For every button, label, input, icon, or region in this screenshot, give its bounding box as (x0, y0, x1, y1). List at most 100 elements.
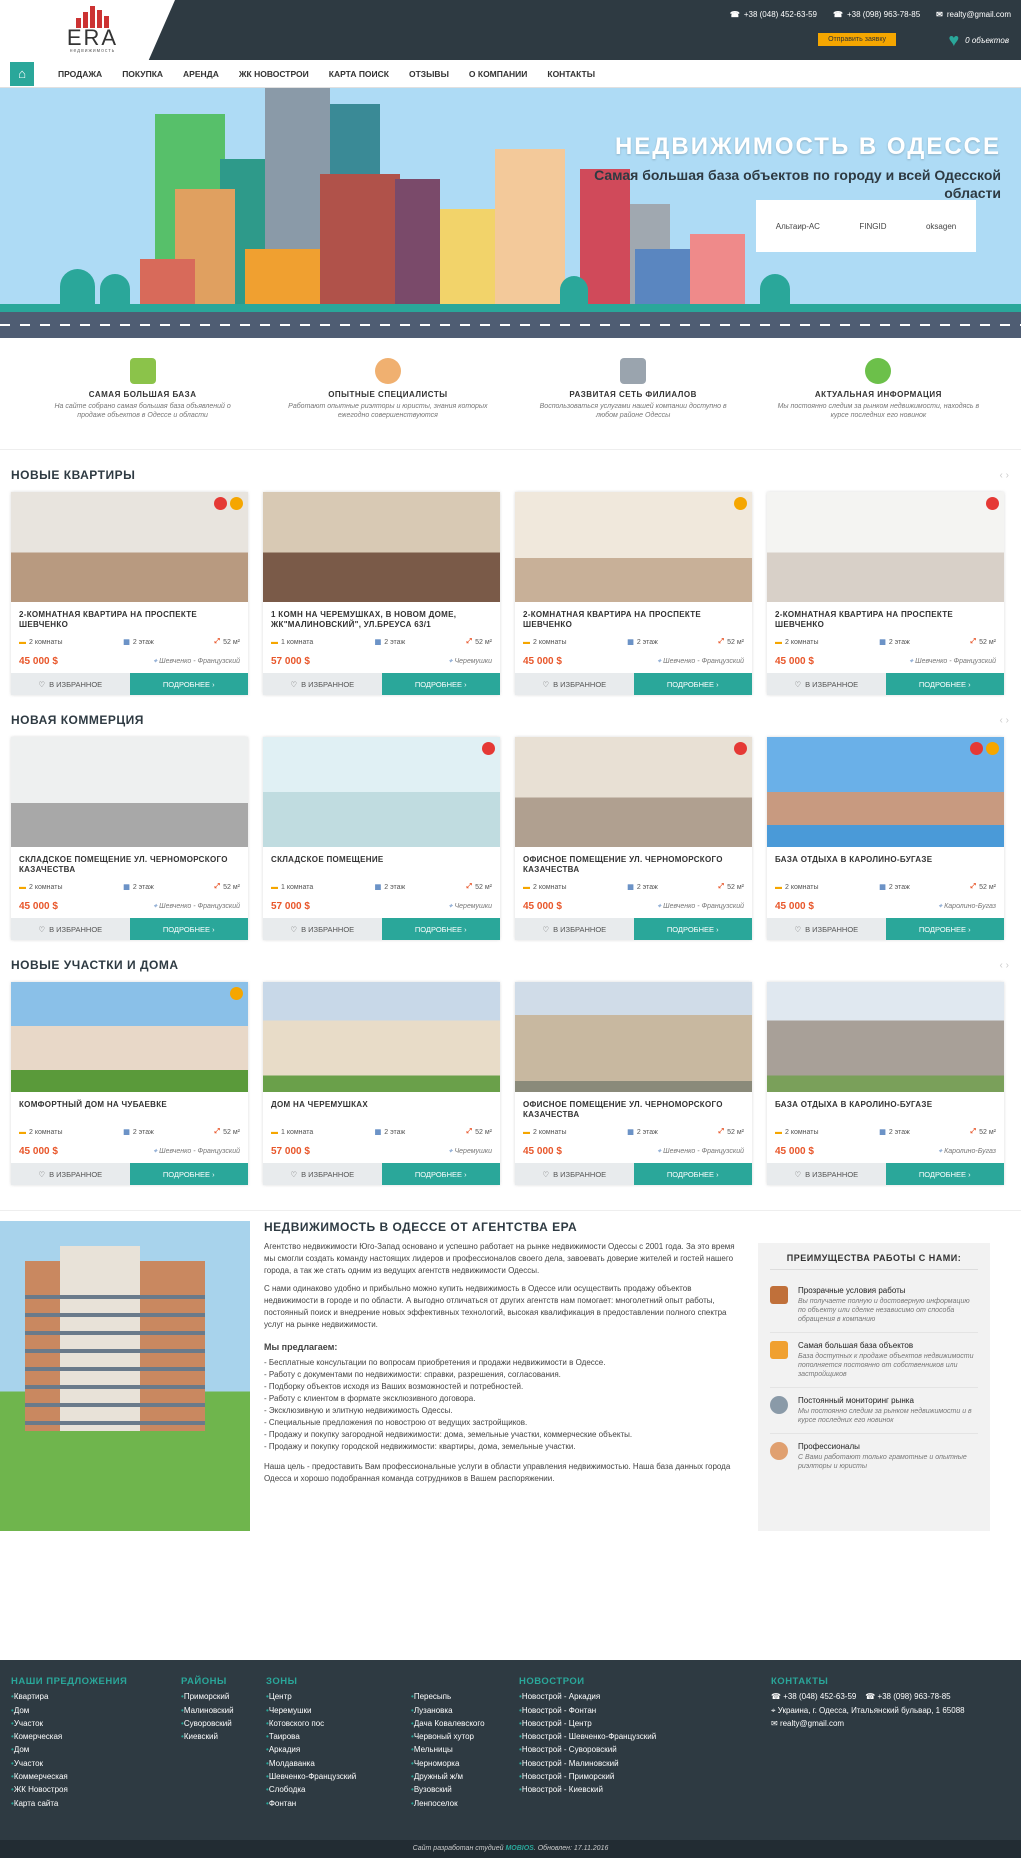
footer-link[interactable]: Коммерческая (11, 1770, 181, 1783)
details-button[interactable]: ПОДРОБНЕЕ › (381, 673, 500, 695)
details-button[interactable]: ПОДРОБНЕЕ › (129, 1163, 248, 1185)
property-photo[interactable] (11, 492, 248, 602)
details-button[interactable]: ПОДРОБНЕЕ › (129, 918, 248, 940)
footer-link[interactable]: Новострой - Киевский (519, 1783, 771, 1796)
footer-link[interactable]: Новострой - Центр (519, 1717, 771, 1730)
favorites-link[interactable]: ♥ 0 объектов (948, 30, 1009, 51)
send-request-button[interactable]: Отправить заявку (818, 33, 896, 46)
footer-link[interactable]: Черемушки (266, 1704, 411, 1717)
carousel-arrows[interactable]: ‹ › (1000, 470, 1009, 481)
add-to-favorites-button[interactable]: ♡ В ИЗБРАННОЕ (767, 918, 886, 940)
property-card[interactable]: КОМФОРТНЫЙ ДОМ НА ЧУБАЕВКЕ ▬ 2 комнаты ▦ 2 э… (11, 982, 248, 1185)
property-title[interactable]: СКЛАДСКОЕ ПОМЕЩЕНИЕ (263, 847, 500, 877)
property-title[interactable]: ОФИСНОЕ ПОМЕЩЕНИЕ УЛ. ЧЕРНОМОРСКОГО КАЗА… (515, 1092, 752, 1122)
details-button[interactable]: ПОДРОБНЕЕ › (129, 673, 248, 695)
details-button[interactable]: ПОДРОБНЕЕ › (381, 1163, 500, 1185)
property-card[interactable]: 2-КОМНАТНАЯ КВАРТИРА НА ПРОСПЕКТЕ ШЕВЧЕН… (515, 492, 752, 695)
property-card[interactable]: СКЛАДСКОЕ ПОМЕЩЕНИЕ УЛ. ЧЕРНОМОРСКОГО КА… (11, 737, 248, 940)
studio-link[interactable]: MOBIOS (505, 1845, 533, 1852)
footer-link[interactable]: Новострой - Фонтан (519, 1704, 771, 1717)
details-button[interactable]: ПОДРОБНЕЕ › (885, 1163, 1004, 1185)
add-to-favorites-button[interactable]: ♡ В ИЗБРАННОЕ (515, 673, 634, 695)
footer-link[interactable]: Червоный хутор (411, 1730, 519, 1743)
property-card[interactable]: 1 КОМН НА ЧЕРЕМУШКАХ, В НОВОМ ДОМЕ, ЖК"М… (263, 492, 500, 695)
add-to-favorites-button[interactable]: ♡ В ИЗБРАННОЕ (11, 1163, 130, 1185)
property-card[interactable]: СКЛАДСКОЕ ПОМЕЩЕНИЕ ▬ 1 комната ▦ 2 этаж ⤢ 52 … (263, 737, 500, 940)
footer-link[interactable]: Дом (11, 1743, 181, 1756)
details-button[interactable]: ПОДРОБНЕЕ › (633, 673, 752, 695)
footer-link[interactable]: Малиновский (181, 1704, 266, 1717)
footer-link[interactable]: Комерческая (11, 1730, 181, 1743)
property-title[interactable]: 2-КОМНАТНАЯ КВАРТИРА НА ПРОСПЕКТЕ ШЕВЧЕН… (11, 602, 248, 632)
property-photo[interactable] (263, 982, 500, 1092)
footer-link[interactable]: Карта сайта (11, 1797, 181, 1810)
footer-link[interactable]: Дом (11, 1704, 181, 1717)
add-to-favorites-button[interactable]: ♡ В ИЗБРАННОЕ (11, 918, 130, 940)
footer-link[interactable]: ЖК Новостроя (11, 1783, 181, 1796)
property-title[interactable]: КОМФОРТНЫЙ ДОМ НА ЧУБАЕВКЕ (11, 1092, 248, 1122)
add-to-favorites-button[interactable]: ♡ В ИЗБРАННОЕ (263, 1163, 382, 1185)
footer-phone-1[interactable]: ☎ +38 (048) 452-63-59 (771, 1692, 856, 1701)
footer-email[interactable]: ✉ realty@gmail.com (771, 1719, 844, 1728)
property-photo[interactable] (515, 492, 752, 602)
footer-link[interactable]: Мельницы (411, 1743, 519, 1756)
add-to-favorites-button[interactable]: ♡ В ИЗБРАННОЕ (263, 918, 382, 940)
footer-link[interactable]: Новострой - Малиновский (519, 1757, 771, 1770)
property-title[interactable]: ДОМ НА ЧЕРЕМУШКАХ (263, 1092, 500, 1122)
property-title[interactable]: СКЛАДСКОЕ ПОМЕЩЕНИЕ УЛ. ЧЕРНОМОРСКОГО КА… (11, 847, 248, 877)
add-to-favorites-button[interactable]: ♡ В ИЗБРАННОЕ (263, 673, 382, 695)
footer-link[interactable]: Центр (266, 1690, 411, 1703)
footer-link[interactable]: Слободка (266, 1783, 411, 1796)
property-card[interactable]: БАЗА ОТДЫХА В КАРОЛИНО-БУГАЗЕ ▬ 2 комнаты ▦… (767, 737, 1004, 940)
property-photo[interactable] (11, 982, 248, 1092)
property-title[interactable]: БАЗА ОТДЫХА В КАРОЛИНО-БУГАЗЕ (767, 1092, 1004, 1122)
nav-reviews[interactable]: ОТЗЫВЫ (399, 69, 459, 79)
property-card[interactable]: ОФИСНОЕ ПОМЕЩЕНИЕ УЛ. ЧЕРНОМОРСКОГО КАЗА… (515, 982, 752, 1185)
partner-logo[interactable]: FINGID (859, 222, 886, 231)
header-phone-1[interactable]: ☎ +38 (048) 452-63-59 (730, 10, 817, 19)
footer-link[interactable]: Фонтан (266, 1797, 411, 1810)
footer-link[interactable]: Аркадия (266, 1743, 411, 1756)
details-button[interactable]: ПОДРОБНЕЕ › (633, 918, 752, 940)
property-title[interactable]: 2-КОМНАТНАЯ КВАРТИРА НА ПРОСПЕКТЕ ШЕВЧЕН… (515, 602, 752, 632)
footer-link[interactable]: Таирова (266, 1730, 411, 1743)
property-card[interactable]: 2-КОМНАТНАЯ КВАРТИРА НА ПРОСПЕКТЕ ШЕВЧЕН… (767, 492, 1004, 695)
property-photo[interactable] (767, 982, 1004, 1092)
footer-link[interactable]: Ленпоселок (411, 1797, 519, 1810)
home-icon[interactable]: ⌂ (10, 61, 34, 86)
header-email[interactable]: ✉ realty@gmail.com (936, 10, 1011, 19)
property-photo[interactable] (263, 737, 500, 847)
nav-new-buildings[interactable]: ЖК НОВОСТРОИ (229, 69, 319, 79)
property-title[interactable]: 2-КОМНАТНАЯ КВАРТИРА НА ПРОСПЕКТЕ ШЕВЧЕН… (767, 602, 1004, 632)
add-to-favorites-button[interactable]: ♡ В ИЗБРАННОЕ (515, 918, 634, 940)
carousel-arrows[interactable]: ‹ › (1000, 715, 1009, 726)
footer-link[interactable]: Молдаванка (266, 1757, 411, 1770)
add-to-favorites-button[interactable]: ♡ В ИЗБРАННОЕ (767, 1163, 886, 1185)
property-title[interactable]: 1 КОМН НА ЧЕРЕМУШКАХ, В НОВОМ ДОМЕ, ЖК"М… (263, 602, 500, 632)
header-phone-2[interactable]: ☎ +38 (098) 963-78-85 (833, 10, 920, 19)
footer-link[interactable]: Участок (11, 1757, 181, 1770)
partner-logo[interactable]: oksagen (926, 222, 956, 231)
footer-link[interactable]: Вузовский (411, 1783, 519, 1796)
footer-link[interactable]: Новострой - Приморский (519, 1770, 771, 1783)
footer-link[interactable]: Квартира (11, 1690, 181, 1703)
nav-purchase[interactable]: ПОКУПКА (112, 69, 173, 79)
property-card[interactable]: БАЗА ОТДЫХА В КАРОЛИНО-БУГАЗЕ ▬ 2 комнаты ▦… (767, 982, 1004, 1185)
property-photo[interactable] (767, 737, 1004, 847)
details-button[interactable]: ПОДРОБНЕЕ › (885, 918, 1004, 940)
property-card[interactable]: ДОМ НА ЧЕРЕМУШКАХ ▬ 1 комната ▦ 2 этаж ⤢ 52 м²… (263, 982, 500, 1185)
footer-link[interactable]: Черноморка (411, 1757, 519, 1770)
nav-map-search[interactable]: КАРТА ПОИСК (319, 69, 399, 79)
details-button[interactable]: ПОДРОБНЕЕ › (381, 918, 500, 940)
footer-link[interactable]: Киевский (181, 1730, 266, 1743)
property-title[interactable]: БАЗА ОТДЫХА В КАРОЛИНО-БУГАЗЕ (767, 847, 1004, 877)
property-photo[interactable] (515, 737, 752, 847)
footer-link[interactable]: Участок (11, 1717, 181, 1730)
property-title[interactable]: ОФИСНОЕ ПОМЕЩЕНИЕ УЛ. ЧЕРНОМОРСКОГО КАЗА… (515, 847, 752, 877)
footer-link[interactable]: Дача Ковалевского (411, 1717, 519, 1730)
property-card[interactable]: 2-КОМНАТНАЯ КВАРТИРА НА ПРОСПЕКТЕ ШЕВЧЕН… (11, 492, 248, 695)
nav-rent[interactable]: АРЕНДА (173, 69, 229, 79)
property-photo[interactable] (11, 737, 248, 847)
nav-contacts[interactable]: КОНТАКТЫ (537, 69, 605, 79)
footer-link[interactable]: Новострой - Шевченко-Французский (519, 1730, 771, 1743)
